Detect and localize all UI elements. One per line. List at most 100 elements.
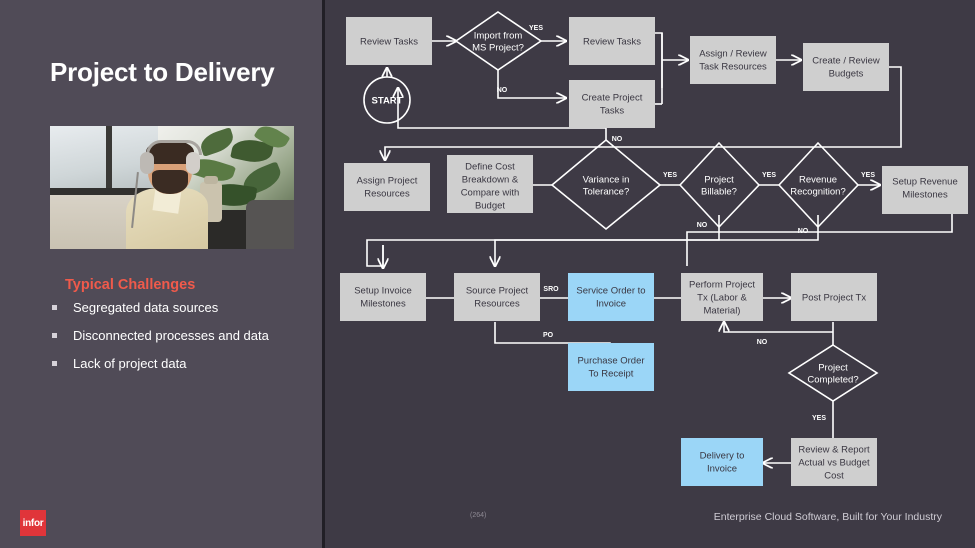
decision-revenue-recognition[interactable]: Revenue Recognition? <box>777 141 860 229</box>
node-label-line2: Milestones <box>902 190 948 201</box>
decision-label-line1: Import from <box>474 31 523 42</box>
node-box <box>454 273 540 321</box>
node-create-project-tasks[interactable]: Create Project Tasks <box>569 80 655 128</box>
node-box <box>568 343 654 391</box>
node-label-line1: Review & Report <box>798 445 870 456</box>
edge-label-sro: SRO <box>543 286 559 293</box>
node-box <box>344 163 430 211</box>
node-label-line3: Compare with <box>461 188 520 199</box>
node-setup-revenue-milestones[interactable]: Setup Revenue Milestones <box>882 166 968 214</box>
decision-project-completed[interactable]: Project Completed? <box>787 344 879 402</box>
edge-label-billable-yes: YES <box>762 172 776 179</box>
node-label-line1: Delivery to <box>700 451 745 462</box>
node-label-line2: To Receipt <box>589 369 634 380</box>
node-source-project-resources[interactable]: Source Project Resources <box>454 273 540 321</box>
node-label-line1: Source Project <box>466 286 529 297</box>
edge-import-no <box>497 70 566 98</box>
node-label-line2: Resources <box>364 189 410 200</box>
edge-label-completed-yes: YES <box>812 415 826 422</box>
edge-label-rev-no: NO <box>798 228 809 235</box>
decision-project-billable[interactable]: Project Billable? <box>678 141 761 229</box>
edge-label-rev-yes: YES <box>861 172 875 179</box>
node-assign-review-task-resources[interactable]: Assign / Review Task Resources <box>690 36 776 84</box>
photo-headphone-cup-right <box>186 152 200 174</box>
node-label-line4: Budget <box>475 201 505 212</box>
node-review-tasks-2[interactable]: Review Tasks <box>569 17 655 65</box>
start-label: START <box>372 96 403 107</box>
node-label-line2: Milestones <box>360 299 406 310</box>
node-label-line3: Cost <box>824 471 844 482</box>
edge-label-import-yes: YES <box>529 25 543 32</box>
node-box <box>803 43 889 91</box>
node-create-review-budgets[interactable]: Create / Review Budgets <box>803 43 889 91</box>
node-purchase-order-to-receipt[interactable]: Purchase Order To Receipt <box>568 343 654 391</box>
node-label-line1: Setup Revenue <box>892 177 958 188</box>
node-box <box>340 273 426 321</box>
node-label-line1: Purchase Order <box>577 356 644 367</box>
node-label-line3: Material) <box>704 306 741 317</box>
edge-label-po: PO <box>543 332 554 339</box>
node-label-line2: Resources <box>474 299 520 310</box>
photo-headphone-cup-left <box>140 152 154 174</box>
decision-import-ms-project[interactable]: Import from MS Project? <box>454 11 543 71</box>
node-label-line2: Tasks <box>600 106 625 117</box>
node-perform-project-tx[interactable]: Perform Project Tx (Labor & Material) <box>681 273 763 321</box>
node-label-line2: Actual vs Budget <box>798 458 870 469</box>
photo-window-mullion <box>106 126 112 192</box>
edge-rev-no <box>495 215 819 266</box>
list-item: Lack of project data <box>50 356 320 371</box>
node-label-line1: Create / Review <box>812 56 880 67</box>
node-box <box>568 273 654 321</box>
infor-logo-text: infor <box>22 517 44 529</box>
node-label-line1: Define Cost <box>465 162 515 173</box>
list-item: Disconnected processes and data <box>50 328 320 343</box>
decision-label-line2: Tolerance? <box>583 187 629 198</box>
node-label-line2: Budgets <box>829 69 864 80</box>
decision-label-line2: Billable? <box>701 187 737 198</box>
edge-posttx-no <box>724 322 833 333</box>
decision-label-line1: Project <box>704 175 734 186</box>
decision-label-line1: Variance in <box>583 175 630 186</box>
node-box <box>569 80 655 128</box>
photo-chair <box>246 200 294 249</box>
node-label-line1: Create Project <box>582 93 643 104</box>
node-assign-project-resources[interactable]: Assign Project Resources <box>344 163 430 211</box>
node-label-line2: Task Resources <box>699 62 767 73</box>
node-setup-invoice-milestones[interactable]: Setup Invoice Milestones <box>340 273 426 321</box>
node-define-cost-breakdown[interactable]: Define Cost Breakdown & Compare with Bud… <box>447 155 533 213</box>
edge-label-import-no: NO <box>497 87 508 94</box>
edge-label-variance-yes: YES <box>663 172 677 179</box>
node-box <box>681 438 763 486</box>
node-label-line1: Setup Invoice <box>354 286 412 297</box>
node-label-line2: Invoice <box>707 464 737 475</box>
decision-label-line2: MS Project? <box>472 43 524 54</box>
node-label-line1: Assign / Review <box>699 49 767 60</box>
decision-label-line2: Completed? <box>807 375 858 386</box>
photo-beard <box>152 170 188 194</box>
node-label-line2: Tx (Labor & <box>697 293 747 304</box>
node-delivery-to-invoice[interactable]: Delivery to Invoice <box>681 438 763 486</box>
edge-label-post-no: NO <box>757 339 768 346</box>
node-post-project-tx[interactable]: Post Project Tx <box>791 273 877 321</box>
node-label-line2: Breakdown & <box>462 175 519 186</box>
node-label-line2: Invoice <box>596 299 626 310</box>
page-title: Project to Delivery <box>50 57 275 87</box>
node-service-order-to-invoice[interactable]: Service Order to Invoice <box>568 273 654 321</box>
node-label-line1: Assign Project <box>357 176 418 187</box>
node-label: Post Project Tx <box>802 293 866 304</box>
node-review-tasks-1[interactable]: Review Tasks <box>346 17 432 65</box>
node-box <box>690 36 776 84</box>
decision-label-line1: Project <box>818 363 848 374</box>
node-label: Review Tasks <box>583 37 641 48</box>
edge-label-budget-no: NO <box>612 136 623 143</box>
edge-label-billable-no: NO <box>697 222 708 229</box>
node-label: Review Tasks <box>360 37 418 48</box>
flowchart: START Import from MS Project? Variance i… <box>340 11 968 486</box>
node-label-line1: Perform Project <box>689 280 755 291</box>
connectors <box>366 32 953 463</box>
node-label-line1: Service Order to <box>576 286 645 297</box>
decision-variance-in-tolerance[interactable]: Variance in Tolerance? <box>550 138 662 231</box>
node-review-report-actual-vs-budget[interactable]: Review & Report Actual vs Budget Cost <box>791 438 877 486</box>
challenges-heading: Typical Challenges <box>65 277 196 293</box>
start-node[interactable]: START <box>363 76 411 124</box>
